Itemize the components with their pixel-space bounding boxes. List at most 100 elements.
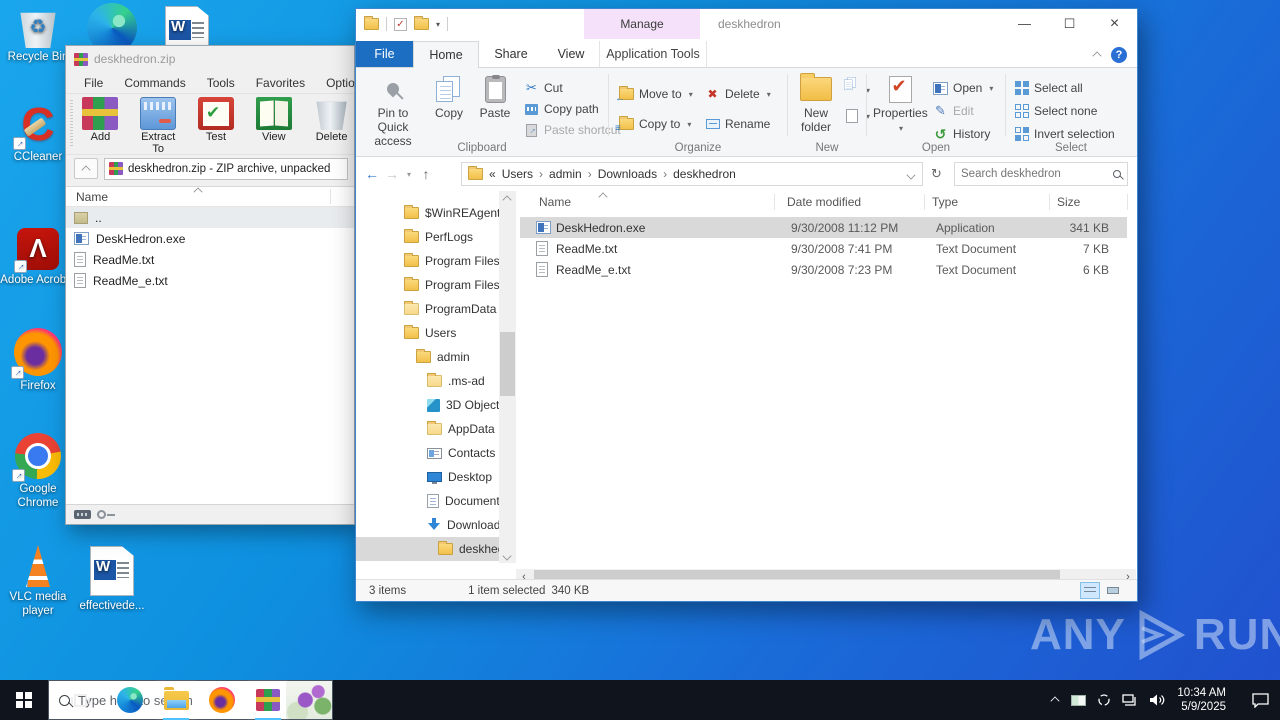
column-header-date[interactable]: Date modified [787, 195, 861, 209]
tree-item-contacts[interactable]: Contacts [356, 441, 499, 465]
scroll-up-icon[interactable] [503, 196, 512, 202]
tree-item-ms-ad[interactable]: .ms-ad [356, 369, 499, 393]
taskbar-edge-button[interactable] [110, 680, 150, 720]
refresh-button[interactable]: ↻ [931, 166, 942, 182]
winrar-view-button[interactable]: View [251, 97, 296, 143]
action-center-icon[interactable] [1251, 692, 1270, 708]
close-button[interactable]: × [1092, 9, 1137, 38]
tree-item-3d-objects[interactable]: 3D Objects [356, 393, 499, 417]
tray-app-icon[interactable] [1071, 694, 1087, 706]
file-row-deskhedron-exe[interactable]: DeskHedron.exe 9/30/2008 11:12 PM Applic… [520, 217, 1127, 238]
up-button[interactable]: ↑ [416, 166, 436, 182]
new-folder-button[interactable]: New folder [790, 73, 842, 134]
column-divider[interactable] [1049, 194, 1050, 210]
column-header-name[interactable]: Name [539, 195, 571, 209]
file-row-readme-e-txt[interactable]: ReadMe_e.txt 9/30/2008 7:23 PM Text Docu… [520, 259, 1127, 280]
copy-path-button[interactable]: Copy path [524, 99, 599, 119]
explorer-titlebar[interactable]: ✓ ▾ Manage deskhedron — ☐ × [356, 9, 1137, 41]
tree-item-appdata[interactable]: AppData [356, 417, 499, 441]
invert-selection-button[interactable]: Invert selection [1014, 124, 1115, 144]
winrar-list-header[interactable]: Name [66, 187, 354, 207]
edit-button[interactable]: Edit [933, 101, 974, 121]
taskbar-clock[interactable]: 10:34 AM 5/9/2025 [1177, 686, 1226, 714]
search-box[interactable] [954, 162, 1128, 186]
column-header-size[interactable]: Size [1057, 195, 1080, 209]
menu-options[interactable]: Options [326, 76, 354, 90]
tray-expand-icon[interactable] [1051, 694, 1060, 706]
history-button[interactable]: History [933, 124, 990, 144]
file-row-readme-txt[interactable]: ReadMe.txt 9/30/2008 7:41 PM Text Docume… [520, 238, 1127, 259]
menu-commands[interactable]: Commands [124, 76, 185, 90]
cut-button[interactable]: Cut [524, 78, 563, 98]
properties-check-icon[interactable]: ✓ [394, 17, 407, 31]
tab-file[interactable]: File [356, 41, 413, 67]
tree-item-deskhedron[interactable]: deskhedron [356, 537, 499, 561]
winrar-titlebar[interactable]: deskhedron.zip [66, 46, 354, 72]
tree-item-downloads[interactable]: Downloads [356, 513, 499, 537]
details-view-button[interactable] [1080, 582, 1100, 599]
select-all-button[interactable]: Select all [1014, 78, 1083, 98]
properties-button[interactable]: Properties [873, 74, 928, 136]
winrar-extract-button[interactable]: Extract To [136, 97, 181, 155]
taskbar-firefox-button[interactable] [202, 680, 242, 720]
tab-home[interactable]: Home [413, 41, 479, 68]
tree-scrollbar[interactable] [499, 191, 516, 563]
tree-item-perflogs[interactable]: PerfLogs [356, 225, 499, 249]
tab-view[interactable]: View [543, 41, 599, 67]
winrar-test-button[interactable]: Test [194, 97, 239, 143]
tray-status-icon[interactable] [1097, 693, 1111, 707]
breadcrumb-downloads[interactable]: Downloads [598, 167, 657, 181]
tree-item-users[interactable]: Users [356, 321, 499, 345]
menu-tools[interactable]: Tools [207, 76, 235, 90]
winrar-row-updir[interactable]: .. [66, 207, 354, 228]
manage-contextual-tab[interactable]: Manage [584, 9, 700, 39]
copy-button[interactable]: Copy [426, 74, 472, 120]
collapse-ribbon-icon[interactable] [1093, 52, 1102, 58]
menu-favorites[interactable]: Favorites [256, 76, 305, 90]
tree-item-winreagent[interactable]: $WinREAgent [356, 201, 499, 225]
recent-locations-dropdown[interactable]: ▾ [402, 170, 416, 179]
desktop-icon-vlc[interactable]: → VLC media player [0, 545, 76, 618]
new-folder-icon[interactable] [414, 16, 429, 30]
tree-item-program-files[interactable]: Program Files [356, 249, 499, 273]
start-button[interactable] [0, 680, 48, 720]
maximize-button[interactable]: ☐ [1047, 9, 1092, 38]
scroll-down-icon[interactable] [503, 552, 512, 558]
column-divider[interactable] [1127, 194, 1128, 210]
column-header-type[interactable]: Type [932, 195, 958, 209]
tree-item-programdata[interactable]: ProgramData [356, 297, 499, 321]
winrar-row-readme-e[interactable]: ReadMe_e.txt [66, 270, 354, 291]
paste-button[interactable]: Paste [472, 74, 518, 120]
qat-dropdown-icon[interactable]: ▾ [436, 20, 440, 29]
breadcrumb-admin[interactable]: admin [549, 167, 582, 181]
select-none-button[interactable]: Select none [1014, 101, 1097, 121]
column-divider[interactable] [924, 194, 925, 210]
winrar-add-button[interactable]: Add [78, 97, 123, 143]
network-icon[interactable] [1122, 693, 1138, 707]
taskbar-explorer-button[interactable] [156, 680, 196, 720]
search-highlight-image[interactable] [286, 681, 332, 719]
address-bar[interactable]: « Users › admin › Downloads › deskhedron [461, 162, 923, 186]
forward-button[interactable]: → [382, 166, 402, 182]
delete-button[interactable]: Delete [705, 84, 771, 104]
folder-icon[interactable] [364, 16, 379, 30]
taskbar-winrar-button[interactable] [248, 680, 288, 720]
thumbnail-view-button[interactable] [1103, 582, 1123, 599]
task-view-button[interactable] [60, 680, 100, 720]
winrar-delete-button[interactable]: Delete [309, 97, 354, 143]
paste-shortcut-button[interactable]: Paste shortcut [524, 120, 621, 140]
search-input[interactable] [961, 168, 1113, 180]
volume-icon[interactable] [1149, 693, 1166, 707]
breadcrumb-collapsed[interactable]: « [489, 167, 496, 181]
breadcrumb-users[interactable]: Users [502, 167, 533, 181]
copy-to-button[interactable]: ≡ Copy to [615, 114, 691, 134]
address-dropdown-icon[interactable] [907, 171, 916, 177]
rename-button[interactable]: Rename [705, 114, 770, 134]
menu-file[interactable]: File [84, 76, 103, 90]
tree-item-program-files-x86[interactable]: Program Files [356, 273, 499, 297]
scrollbar-thumb[interactable] [500, 332, 515, 396]
desktop-icon-effectivede[interactable]: effectivede... [74, 546, 150, 613]
breadcrumb-deskhedron[interactable]: deskhedron [673, 167, 736, 181]
winrar-column-name[interactable]: Name [76, 190, 108, 204]
pin-to-quick-access-button[interactable]: Pin to Quick access [362, 74, 424, 148]
